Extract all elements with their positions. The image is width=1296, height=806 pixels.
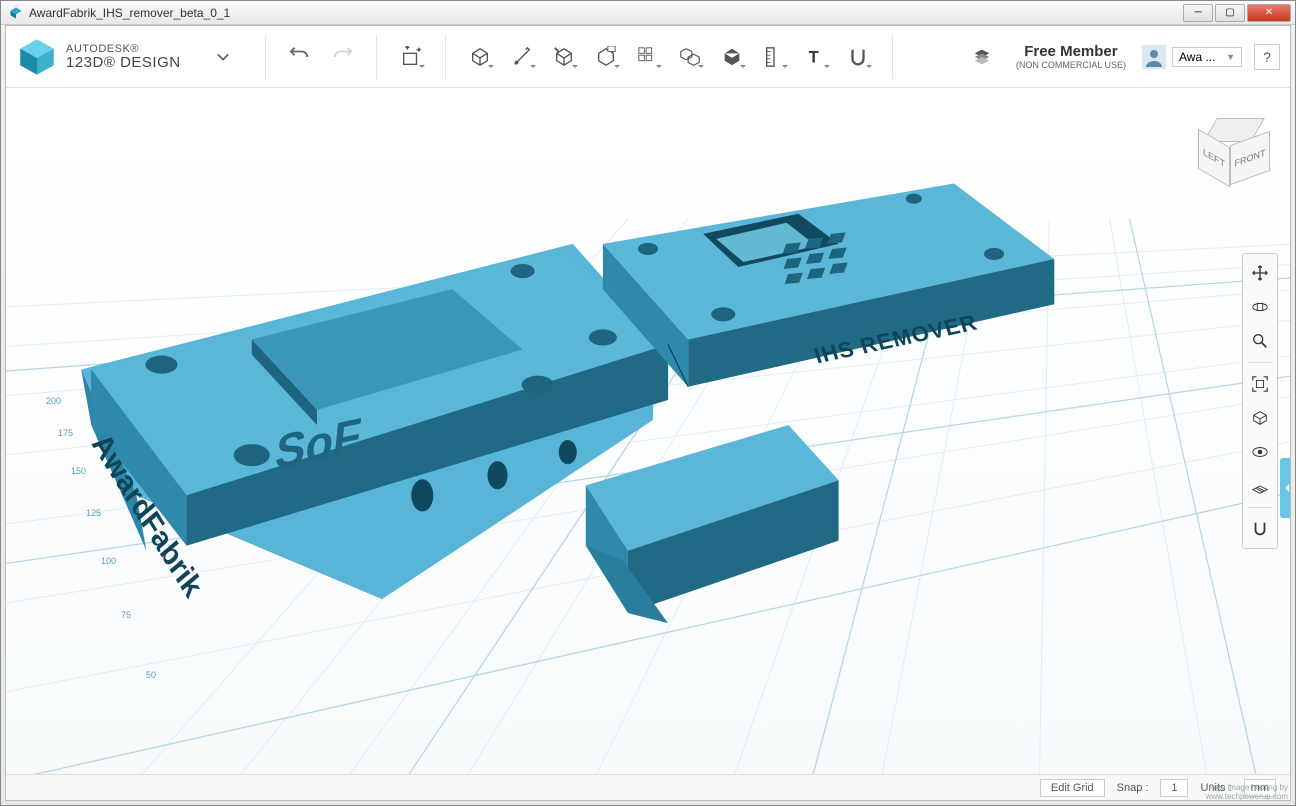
undo-button[interactable] xyxy=(282,39,318,75)
window-title: AwardFabrik_IHS_remover_beta_0_1 xyxy=(29,6,1181,20)
axis-label: 100 xyxy=(101,556,116,566)
membership-status: Free Member xyxy=(1016,43,1126,60)
visibility-tool[interactable] xyxy=(1245,437,1275,467)
orbit-tool[interactable] xyxy=(1245,292,1275,322)
grid-toggle-tool[interactable] xyxy=(1245,471,1275,501)
transform-tool[interactable] xyxy=(393,39,429,75)
materials-button[interactable] xyxy=(964,39,1000,75)
measure-tool[interactable] xyxy=(756,39,792,75)
redo-button[interactable] xyxy=(324,39,360,75)
viewport-3d[interactable]: SoF AwardFabrik xyxy=(6,88,1290,774)
axis-label: 50 xyxy=(146,670,156,680)
user-menu-dropdown[interactable]: Awa ... ▼ xyxy=(1172,47,1242,67)
app-body: AUTODESK® 123D® DESIGN xyxy=(5,25,1291,801)
divider xyxy=(376,35,377,79)
main-menu-dropdown[interactable] xyxy=(211,45,235,69)
combine-tool[interactable] xyxy=(714,39,750,75)
navigation-panel xyxy=(1242,253,1278,549)
axis-label: 125 xyxy=(86,508,101,518)
edit-grid-button[interactable]: Edit Grid xyxy=(1040,779,1105,797)
user-name: Awa ... xyxy=(1179,50,1215,64)
primitives-tool[interactable] xyxy=(462,39,498,75)
user-avatar-icon[interactable] xyxy=(1142,45,1166,69)
status-bar: Edit Grid Snap : 1 Units : mm xyxy=(6,774,1290,800)
side-panel-toggle[interactable] xyxy=(1280,458,1290,518)
brand-line-1: AUTODESK® xyxy=(66,44,181,55)
minimize-button[interactable]: ─ xyxy=(1183,4,1213,22)
app-logo-icon xyxy=(16,36,58,78)
help-button[interactable]: ? xyxy=(1254,44,1280,70)
display-mode-tool[interactable] xyxy=(1245,403,1275,433)
sketch-tool[interactable] xyxy=(504,39,540,75)
axis-label: 75 xyxy=(121,610,131,620)
membership-note: (NON COMMERCIAL USE) xyxy=(1016,60,1126,70)
divider xyxy=(892,35,893,79)
fit-tool[interactable] xyxy=(1245,369,1275,399)
scene-render: SoF AwardFabrik xyxy=(6,88,1290,774)
snap-tool[interactable] xyxy=(840,39,876,75)
app-icon-small xyxy=(9,6,23,20)
brand-text: AUTODESK® 123D® DESIGN xyxy=(66,44,181,70)
brand-line-2: 123D® DESIGN xyxy=(66,55,181,70)
viewcube[interactable]: LEFT FRONT xyxy=(1198,118,1270,190)
axis-label: 200 xyxy=(46,396,61,406)
membership-label: Free Member (NON COMMERCIAL USE) xyxy=(1016,43,1126,70)
pattern-tool[interactable] xyxy=(630,39,666,75)
snap-value-input[interactable]: 1 xyxy=(1160,779,1188,797)
svg-text:T: T xyxy=(808,48,818,66)
window-frame: AwardFabrik_IHS_remover_beta_0_1 ─ ▢ ✕ A… xyxy=(0,0,1296,806)
axis-label: 175 xyxy=(58,428,73,438)
snap-toggle-tool[interactable] xyxy=(1245,514,1275,544)
zoom-tool[interactable] xyxy=(1245,326,1275,356)
close-button[interactable]: ✕ xyxy=(1247,4,1291,22)
hosting-watermark: Free image hosting by www.techpowerup.co… xyxy=(1206,784,1288,802)
text-tool[interactable]: T xyxy=(798,39,834,75)
grouping-tool[interactable] xyxy=(672,39,708,75)
title-bar: AwardFabrik_IHS_remover_beta_0_1 ─ ▢ ✕ xyxy=(1,1,1295,25)
axis-label: 150 xyxy=(71,466,86,476)
divider xyxy=(265,35,266,79)
brand-block: AUTODESK® 123D® DESIGN xyxy=(16,36,181,78)
maximize-button[interactable]: ▢ xyxy=(1215,4,1245,22)
snap-label: Snap : xyxy=(1113,782,1153,794)
modify-tool[interactable] xyxy=(588,39,624,75)
construct-tool[interactable] xyxy=(546,39,582,75)
pan-tool[interactable] xyxy=(1245,258,1275,288)
divider xyxy=(445,35,446,79)
main-toolbar: AUTODESK® 123D® DESIGN xyxy=(6,26,1290,88)
